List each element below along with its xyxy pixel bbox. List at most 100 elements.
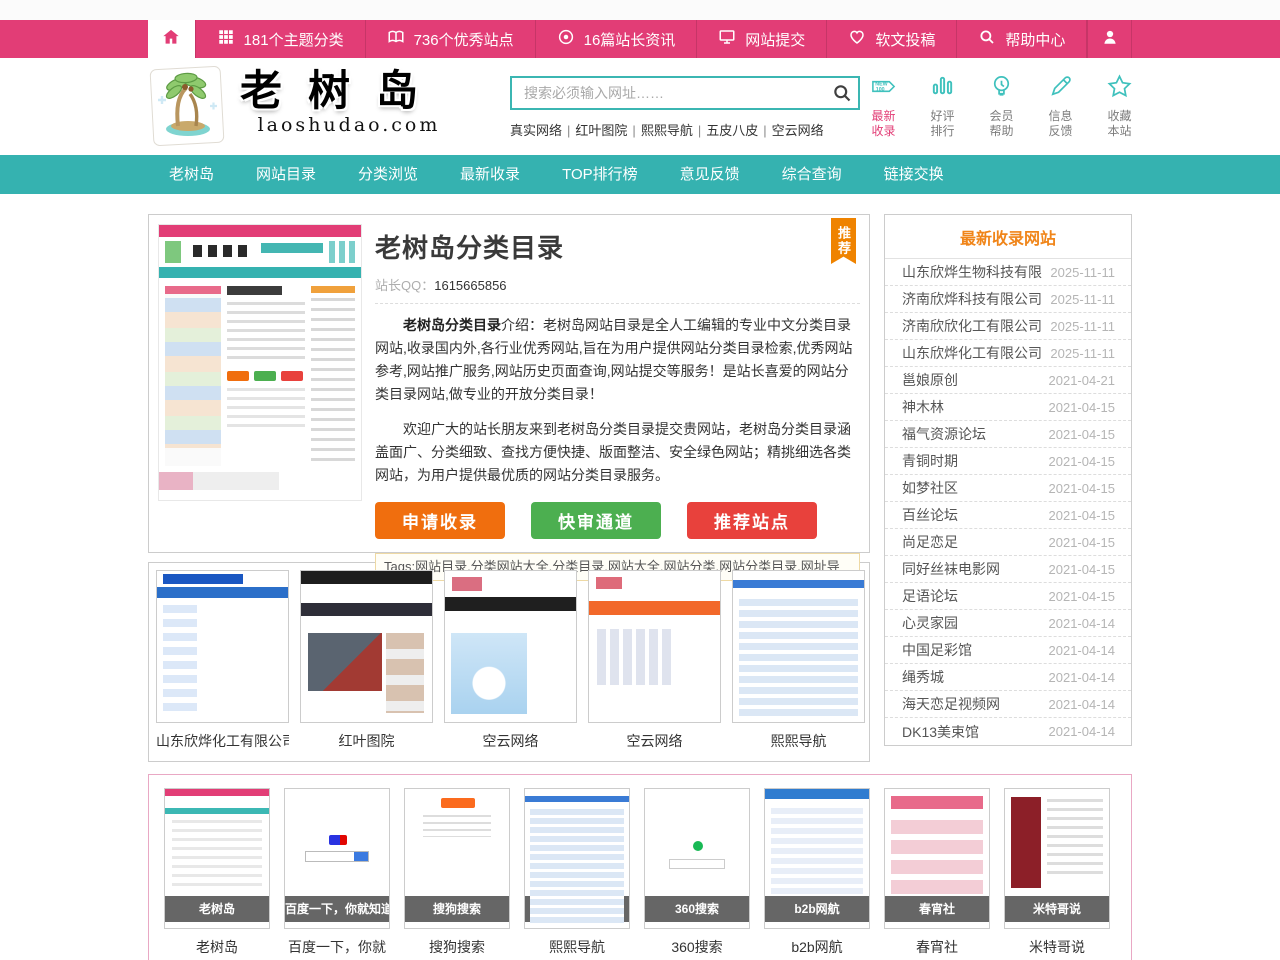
latest-site-row[interactable]: 海天恋足视频网2021-04-14 — [885, 691, 1131, 718]
carousel-site-name: b2b网航 — [764, 937, 870, 957]
featured-site[interactable]: 空云网络 — [444, 570, 577, 754]
latest-site-row[interactable]: 济南欣欣化工有限公司2025-11-11 — [885, 313, 1131, 340]
nav-item-directory[interactable]: 网站目录 — [235, 155, 337, 194]
carousel-site[interactable]: 熙熙导航 熙熙导航 — [524, 788, 630, 960]
book-icon — [387, 28, 405, 50]
latest-site-row[interactable]: 邕娘原创2021-04-21 — [885, 367, 1131, 394]
latest-site-row[interactable]: DK13美束馆2021-04-14 — [885, 718, 1131, 745]
decor — [159, 267, 361, 278]
featured-site[interactable]: 山东欣烨化工有限公司 — [156, 570, 289, 754]
search-box — [510, 76, 860, 110]
quick-link[interactable]: 熙熙导航 — [641, 123, 693, 138]
latest-site-row[interactable]: 山东欣烨生物科技有限2025-11-11 — [885, 259, 1131, 286]
decor — [159, 225, 361, 237]
nav-item-query[interactable]: 综合查询 — [761, 155, 863, 194]
site-thumbnail — [588, 570, 721, 723]
topbar-item-help[interactable]: 帮助中心 — [956, 20, 1086, 58]
featured-site-name: 空云网络 — [444, 731, 577, 751]
latest-site-row[interactable]: 百丝论坛2021-04-15 — [885, 502, 1131, 529]
latest-site-row[interactable]: 绳秀城2021-04-14 — [885, 664, 1131, 691]
pencil-icon — [1047, 87, 1074, 104]
carousel-site[interactable]: b2b网航 b2b网航 — [764, 788, 870, 960]
carousel-site[interactable]: 春宵社 春宵社 — [884, 788, 990, 960]
shortcut-bookmark[interactable]: 收藏本站 — [1096, 73, 1143, 155]
shortcut-label: 收藏 — [1096, 109, 1143, 124]
topbar-item-article[interactable]: 软文投稿 — [826, 20, 956, 58]
latest-site-row[interactable]: 济南欣烨科技有限公司2025-11-11 — [885, 286, 1131, 313]
carousel-site-name: 米特哥说 — [1004, 937, 1110, 957]
decor — [159, 237, 361, 267]
shortcut-feedback[interactable]: 信息反馈 — [1037, 73, 1084, 155]
nav-item-feedback[interactable]: 意见反馈 — [659, 155, 761, 194]
quick-link[interactable]: 红叶图院 — [575, 123, 627, 138]
shortcut-latest[interactable]: NEW100 最新收录 — [860, 73, 907, 155]
topbar-item-sites[interactable]: 736个优秀站点 — [365, 20, 535, 58]
latest-site-row[interactable]: 青铜时期2021-04-15 — [885, 448, 1131, 475]
latest-site-row[interactable]: 足语论坛2021-04-15 — [885, 583, 1131, 610]
latest-site-row[interactable]: 同好丝袜电影网2021-04-15 — [885, 556, 1131, 583]
decor — [227, 286, 305, 466]
latest-site-row[interactable]: 尚足恋足2021-04-15 — [885, 529, 1131, 556]
decor — [165, 286, 221, 466]
nav-item-latest[interactable]: 最新收录 — [439, 155, 541, 194]
new100-icon: NEW100 — [870, 87, 897, 104]
topbar-home-tab[interactable] — [148, 20, 195, 58]
site-logo-image[interactable] — [148, 66, 226, 146]
latest-site-row[interactable]: 山东欣烨化工有限公司2025-11-11 — [885, 340, 1131, 367]
bottom-sites-carousel: 老树岛 老树岛 百度一下，你就知道 百度一下，你就 搜狗搜索 搜狗搜索 熙熙导航… — [148, 774, 1132, 960]
intro-paragraph-2: 欢迎广大的站长朋友来到老树岛分类目录提交贵网站，老树岛分类目录涵盖面广、分类细致… — [375, 418, 860, 487]
site-thumbnail — [732, 570, 865, 723]
topbar-item-news[interactable]: 16篇站长资讯 — [535, 20, 697, 58]
featured-site-name: 山东欣烨化工有限公司 — [156, 731, 289, 751]
carousel-site[interactable]: 搜狗搜索 搜狗搜索 — [404, 788, 510, 960]
topbar-item-categories[interactable]: 181个主题分类 — [195, 20, 365, 58]
shortcut-member-help[interactable]: 会员帮助 — [978, 73, 1025, 155]
monitor-icon — [718, 28, 736, 50]
grid-icon — [217, 28, 235, 50]
topbar: 181个主题分类 736个优秀站点 16篇站长资讯 网站提交 软文投稿 帮助中心 — [0, 20, 1280, 58]
latest-site-row[interactable]: 神木林2021-04-15 — [885, 394, 1131, 421]
nav-item-browse[interactable]: 分类浏览 — [337, 155, 439, 194]
latest-sites-sidebar: 最新收录网站 山东欣烨生物科技有限2025-11-11 济南欣烨科技有限公司20… — [884, 214, 1132, 746]
search-input[interactable] — [510, 76, 860, 110]
nav-item-links[interactable]: 链接交换 — [863, 155, 965, 194]
featured-site[interactable]: 熙熙导航 — [732, 570, 865, 754]
latest-site-row[interactable]: 心灵家园2021-04-14 — [885, 610, 1131, 637]
bulb-icon — [988, 87, 1015, 104]
thumbnail-overlay-label: 熙熙导航 — [525, 896, 629, 922]
recommend-site-button[interactable]: 推荐站点 — [687, 502, 817, 539]
carousel-site-name: 百度一下，你就 — [284, 937, 390, 957]
topbar-user-button[interactable] — [1087, 20, 1132, 58]
user-icon — [1101, 28, 1119, 51]
site-header: 老树岛 laoshudao.com 真实网络|红叶图院|熙熙导航|五皮八皮|空云… — [0, 58, 1280, 155]
shortcut-ranking[interactable]: 好评排行 — [919, 73, 966, 155]
quick-link[interactable]: 空云网络 — [772, 123, 824, 138]
apply-inclusion-button[interactable]: 申请收录 — [375, 502, 505, 539]
site-logo-text[interactable]: 老树岛 laoshudao.com — [240, 58, 478, 155]
carousel-site[interactable]: 百度一下，你就知道 百度一下，你就 — [284, 788, 390, 960]
topbar-item-label: 软文投稿 — [875, 29, 935, 50]
latest-site-row[interactable]: 福气资源论坛2021-04-15 — [885, 421, 1131, 448]
quick-link[interactable]: 真实网络 — [510, 123, 562, 138]
disc-icon — [557, 28, 575, 50]
home-icon — [161, 27, 181, 52]
fast-review-button[interactable]: 快审通道 — [531, 502, 661, 539]
latest-site-row[interactable]: 如梦社区2021-04-15 — [885, 475, 1131, 502]
carousel-site[interactable]: 米特哥说 米特哥说 — [1004, 788, 1110, 960]
latest-site-row[interactable]: 中国足彩馆2021-04-14 — [885, 637, 1131, 664]
nav-item-home[interactable]: 老树岛 — [148, 155, 235, 194]
featured-site[interactable]: 红叶图院 — [300, 570, 433, 754]
bar-chart-icon — [929, 87, 956, 104]
decor — [311, 286, 355, 466]
search-submit-icon[interactable] — [832, 83, 852, 103]
decor — [227, 302, 305, 364]
carousel-site[interactable]: 老树岛 老树岛 — [164, 788, 270, 960]
site-thumbnail: 百度一下，你就知道 — [284, 788, 390, 929]
featured-site[interactable]: 空云网络 — [588, 570, 721, 754]
nav-item-top[interactable]: TOP排行榜 — [541, 155, 659, 194]
carousel-site[interactable]: 360搜索 360搜索 — [644, 788, 750, 960]
quick-link[interactable]: 五皮八皮 — [706, 123, 758, 138]
topbar-item-submit[interactable]: 网站提交 — [696, 20, 826, 58]
site-preview-thumbnail[interactable] — [158, 224, 362, 501]
divider — [375, 303, 860, 304]
